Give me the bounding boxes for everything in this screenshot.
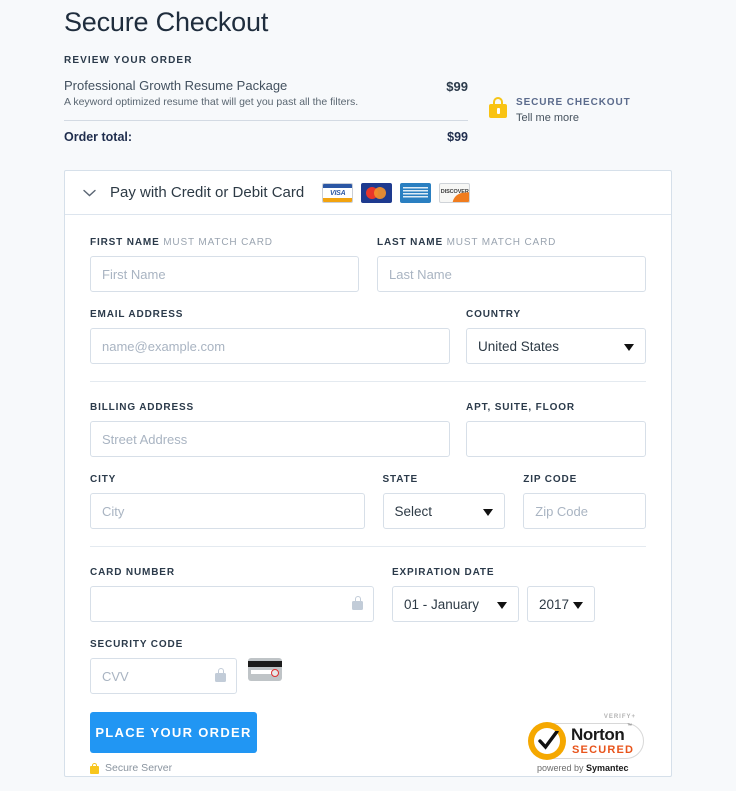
symantec-brand: Symantec (586, 763, 629, 773)
first-name-input[interactable] (90, 256, 359, 292)
email-label: EMAIL ADDRESS (90, 309, 184, 320)
billing-address-label: BILLING ADDRESS (90, 402, 195, 413)
card-number-input[interactable] (90, 586, 374, 622)
form-divider-2 (90, 546, 646, 547)
expiration-year-value: 2017 (539, 596, 570, 612)
payment-card-panel: Pay with Credit or Debit Card VISA DISCO… (64, 170, 672, 777)
secure-checkout-link[interactable]: Tell me more (516, 111, 631, 126)
norton-brand-label: Norton (571, 725, 625, 744)
place-order-button[interactable]: PLACE YOUR ORDER (90, 712, 257, 753)
last-name-label: LAST NAME MUST MATCH CARD (377, 237, 557, 248)
email-country-row: EMAIL ADDRESS COUNTRY United States (90, 309, 646, 364)
payment-card-header[interactable]: Pay with Credit or Debit Card VISA DISCO… (65, 171, 671, 215)
city-label: CITY (90, 474, 117, 485)
secure-server-note: Secure Server (90, 762, 257, 774)
page-title: Secure Checkout (64, 7, 269, 37)
city-input[interactable] (90, 493, 365, 529)
order-line-item: Professional Growth Resume Package A key… (64, 77, 468, 110)
expiration-month-value: 01 - January (404, 596, 480, 612)
secure-server-label: Secure Server (105, 762, 173, 774)
apt-input[interactable] (466, 421, 646, 457)
chevron-down-icon (497, 602, 507, 609)
checkmark-icon (538, 731, 559, 750)
state-select[interactable]: Select (382, 493, 506, 529)
lock-icon (352, 596, 363, 610)
norton-secured-label: SECURED (572, 744, 635, 756)
expiration-year-select[interactable]: 2017 (527, 586, 595, 622)
form-divider-1 (90, 381, 646, 382)
state-selected-value: Select (394, 503, 433, 519)
norton-powered-by: powered by Symantec (537, 763, 629, 773)
secure-checkout-title: SECURE CHECKOUT (516, 97, 631, 108)
norton-trademark: ™ (627, 723, 632, 729)
chevron-down-icon (483, 509, 494, 516)
accepted-card-logos: VISA DISCOVER (322, 182, 471, 203)
first-name-label: FIRST NAME MUST MATCH CARD (90, 237, 273, 248)
norton-verify-label: VERIFY+ (603, 714, 636, 720)
discover-logo: DISCOVER (439, 182, 471, 203)
country-label: COUNTRY (466, 309, 522, 320)
last-name-label-suffix: MUST MATCH CARD (446, 237, 557, 248)
zip-input[interactable] (523, 493, 646, 529)
card-number-label: CARD NUMBER (90, 567, 175, 578)
padlock-icon (90, 762, 99, 774)
last-name-input[interactable] (377, 256, 646, 292)
order-total-row: Order total: $99 (64, 130, 468, 144)
card-number-row: CARD NUMBER EXPIRATION DATE 01 - January (90, 567, 646, 622)
billing-address-input[interactable] (90, 421, 450, 457)
summary-divider (64, 120, 468, 121)
address-row: BILLING ADDRESS APT, SUITE, FLOOR (90, 402, 646, 457)
name-row: FIRST NAME MUST MATCH CARD LAST NAME MUS… (90, 237, 646, 292)
review-order-label: REVIEW YOUR ORDER (64, 55, 193, 66)
order-summary: Professional Growth Resume Package A key… (64, 77, 468, 144)
expiration-month-select[interactable]: 01 - January (392, 586, 519, 622)
mastercard-logo (361, 182, 393, 203)
visa-logo: VISA (322, 182, 354, 203)
card-back-icon[interactable] (248, 658, 282, 681)
order-item-description: A keyword optimized resume that will get… (64, 96, 359, 108)
chevron-down-icon (624, 344, 634, 351)
order-total-label: Order total: (64, 130, 133, 144)
chevron-down-icon[interactable] (83, 186, 96, 199)
checkout-page: Secure Checkout REVIEW YOUR ORDER Profes… (0, 0, 736, 791)
order-item-name: Professional Growth Resume Package (64, 78, 288, 93)
form-footer: PLACE YOUR ORDER Secure Server VERIFY+ N… (65, 704, 671, 776)
state-label: STATE (382, 474, 419, 485)
norton-check-ring-icon (528, 722, 566, 760)
expiration-date-label: EXPIRATION DATE (392, 567, 495, 578)
order-item-price: $99 (446, 79, 468, 94)
secure-checkout-badge[interactable]: SECURE CHECKOUT Tell me more (489, 96, 631, 126)
powered-prefix: powered by (537, 763, 587, 773)
country-select[interactable]: United States (466, 328, 646, 364)
payment-form: FIRST NAME MUST MATCH CARD LAST NAME MUS… (65, 215, 671, 694)
order-total-price: $99 (447, 130, 468, 144)
zip-label: ZIP CODE (523, 474, 578, 485)
security-code-label: SECURITY CODE (90, 639, 184, 650)
email-input[interactable] (90, 328, 450, 364)
first-name-label-suffix: MUST MATCH CARD (163, 237, 273, 248)
city-state-zip-row: CITY STATE Select ZIP CODE (90, 474, 646, 529)
amex-logo (400, 182, 432, 203)
chevron-down-icon (573, 602, 583, 609)
apt-label: APT, SUITE, FLOOR (466, 402, 575, 413)
security-code-row: SECURITY CODE (90, 639, 646, 694)
payment-method-title: Pay with Credit or Debit Card (110, 184, 305, 201)
country-selected-value: United States (478, 338, 560, 354)
norton-secured-badge[interactable]: VERIFY+ Norton ™ SECURED powered by Syma… (528, 714, 646, 776)
lock-icon (215, 668, 226, 682)
padlock-icon (489, 97, 507, 118)
